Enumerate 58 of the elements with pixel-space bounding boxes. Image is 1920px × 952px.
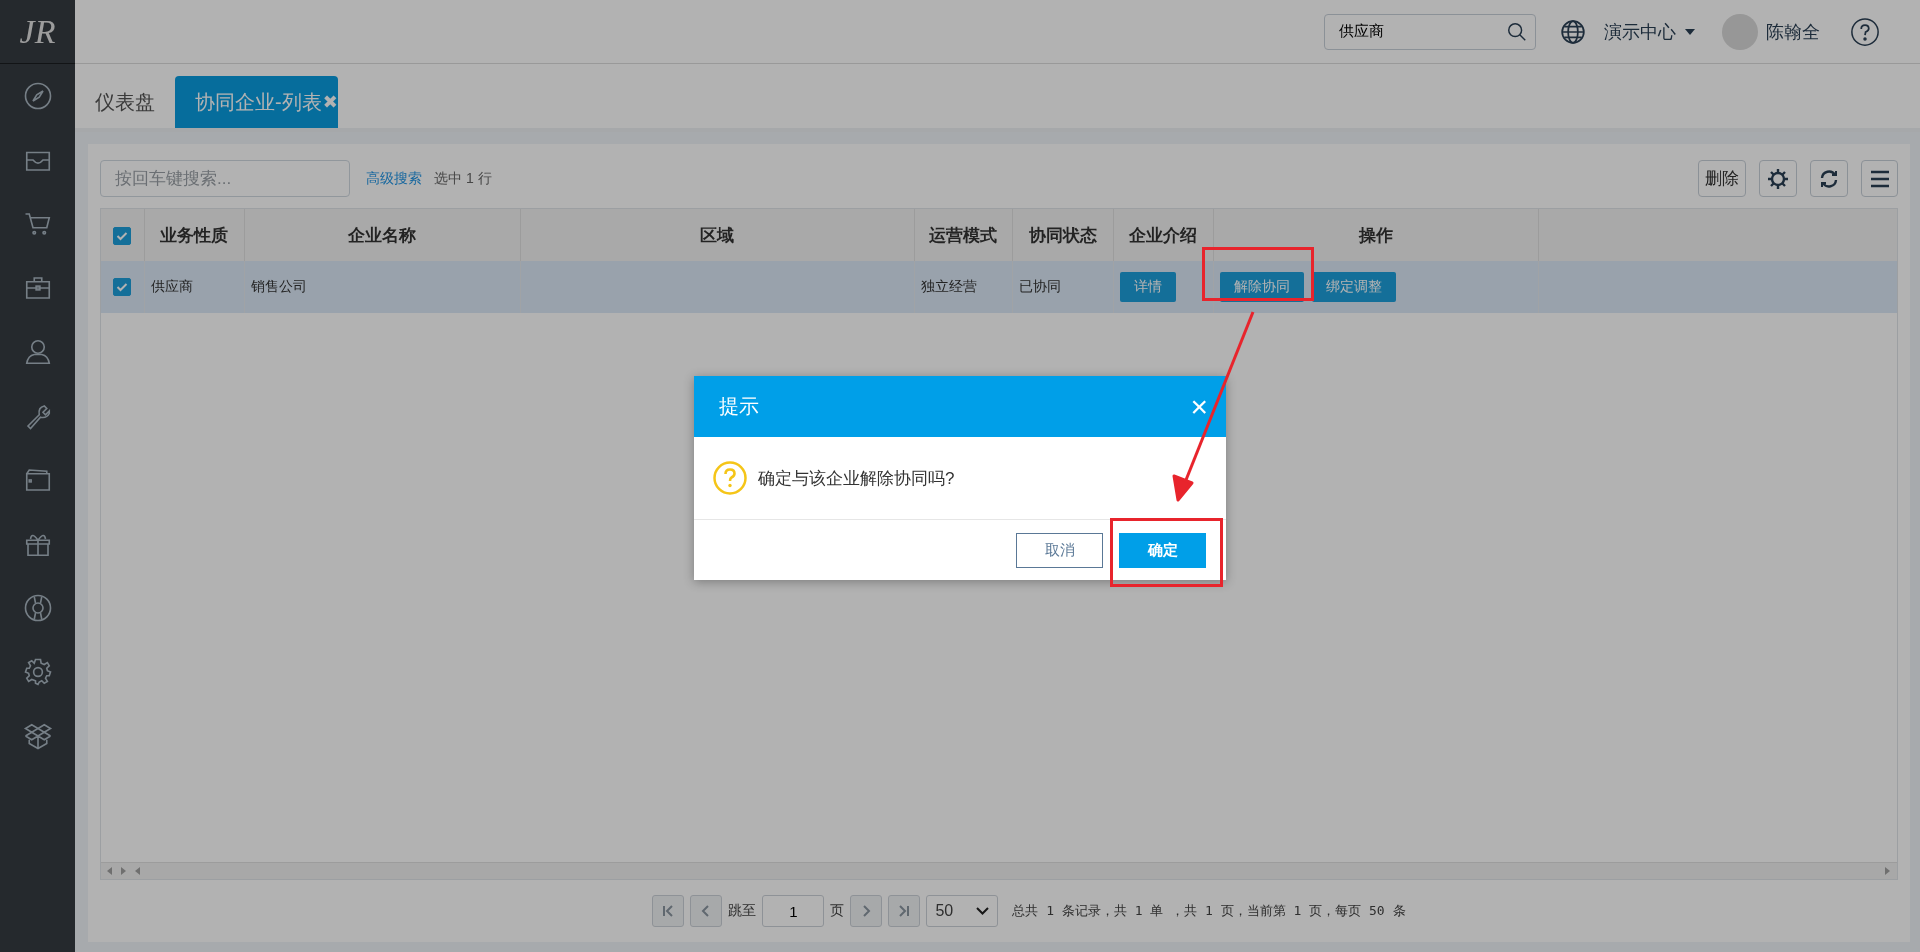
- checkmark-icon: [116, 282, 129, 293]
- tab[interactable]: 仪表盘: [75, 76, 175, 128]
- scroll-right-icon[interactable]: [121, 867, 127, 875]
- menu-icon: [1868, 168, 1891, 189]
- column-header[interactable]: 运营模式: [914, 209, 1012, 261]
- last-page-button[interactable]: [888, 895, 921, 927]
- settings-icon[interactable]: [22, 657, 53, 687]
- column-header[interactable]: 企业名称: [244, 209, 520, 261]
- settings-icon: [1766, 166, 1790, 191]
- checkbox[interactable]: [113, 278, 132, 297]
- column-header[interactable]: 业务性质: [144, 209, 244, 261]
- settings-button[interactable]: [1759, 160, 1797, 197]
- table-cell: 已协同: [1018, 278, 1061, 294]
- question-icon: [712, 460, 748, 496]
- dialog-message: 确定与该企业解除协同吗?: [758, 467, 955, 490]
- jump-label: 跳至: [728, 902, 757, 920]
- scroll-left-icon[interactable]: [135, 867, 141, 875]
- page-unit-label: 页: [830, 902, 845, 920]
- delete-button[interactable]: 删除: [1698, 160, 1746, 197]
- column-header[interactable]: 区域: [520, 209, 914, 261]
- dialog-title: 提示: [719, 394, 759, 419]
- chevron-down-icon: [976, 907, 990, 915]
- checkbox[interactable]: [113, 226, 132, 245]
- globe-icon[interactable]: [1560, 18, 1586, 45]
- scroll-left-icon[interactable]: [107, 867, 113, 875]
- boxes-icon[interactable]: [22, 721, 53, 751]
- refresh-button[interactable]: [1810, 160, 1848, 197]
- tab-label: 协同企业-列表: [195, 89, 322, 115]
- table-cell: 销售公司: [250, 278, 307, 294]
- tab-label: 仪表盘: [95, 89, 155, 115]
- horizontal-scrollbar[interactable]: [101, 862, 1897, 879]
- table-cell: 供应商: [150, 278, 193, 294]
- column-header[interactable]: 企业介绍: [1113, 209, 1213, 261]
- search-field[interactable]: 按回车键搜索...: [100, 160, 350, 197]
- cancel-button[interactable]: 取消: [1016, 532, 1103, 568]
- lifebuoy-icon[interactable]: [22, 593, 53, 623]
- checkmark-icon: [116, 230, 129, 241]
- org-switcher[interactable]: 演示中心: [1604, 19, 1676, 44]
- prev-page-button[interactable]: [690, 895, 723, 927]
- first-page-button[interactable]: [652, 895, 685, 927]
- caret-icon[interactable]: [1684, 27, 1696, 36]
- compass-icon[interactable]: [22, 81, 53, 111]
- page-size-select[interactable]: 50: [926, 895, 999, 927]
- table-cell: 独立经营: [920, 278, 977, 294]
- menu-button[interactable]: [1861, 160, 1898, 197]
- next-page-button[interactable]: [850, 895, 883, 927]
- pagination-summary: 总共 1 条记录，共 1 单 ，共 1 页，当前第 1 页，每页 50 条: [1012, 902, 1406, 920]
- page-input[interactable]: 1: [762, 895, 825, 927]
- last-page-icon: [897, 904, 912, 918]
- search-field[interactable]: 供应商: [1324, 13, 1536, 50]
- help-icon[interactable]: [1850, 16, 1880, 47]
- column-header[interactable]: 协同状态: [1012, 209, 1113, 261]
- column-header[interactable]: 操作: [1213, 209, 1538, 261]
- scroll-right-icon[interactable]: [1885, 867, 1891, 875]
- search-icon[interactable]: [1506, 20, 1528, 43]
- first-page-icon: [661, 904, 676, 918]
- user-name[interactable]: 陈翰全: [1766, 19, 1820, 44]
- selection-count: 选中 1 行: [434, 169, 492, 188]
